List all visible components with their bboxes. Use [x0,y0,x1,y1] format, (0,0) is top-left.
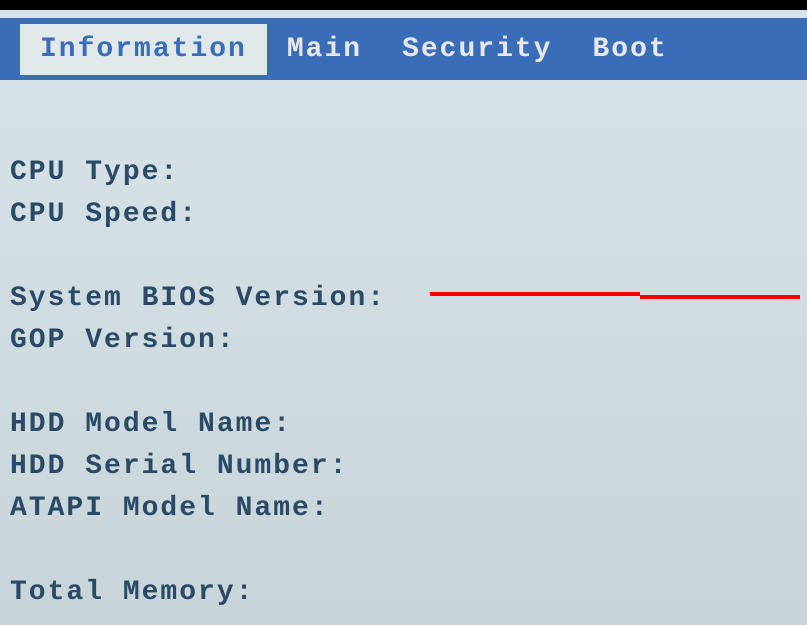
spacer [10,236,807,278]
spacer [10,362,807,404]
bios-setup-screen: Information Main Security Boot CPU Type:… [0,0,807,625]
information-panel: CPU Type: CPU Speed: System BIOS Version… [0,80,807,614]
total-memory-label: Total Memory: [10,572,807,614]
cpu-speed-label: CPU Speed: [10,194,807,236]
tab-bar: Information Main Security Boot [0,18,807,80]
tab-boot[interactable]: Boot [572,24,687,75]
tab-information[interactable]: Information [20,24,267,75]
tab-security[interactable]: Security [382,24,572,75]
tab-main[interactable]: Main [267,24,382,75]
hdd-serial-number-label: HDD Serial Number: [10,446,807,488]
spacer [10,110,807,152]
hdd-model-name-label: HDD Model Name: [10,404,807,446]
screen-edge [0,0,807,10]
system-bios-version-label: System BIOS Version: [10,278,807,320]
gop-version-label: GOP Version: [10,320,807,362]
cpu-type-label: CPU Type: [10,152,807,194]
atapi-model-name-label: ATAPI Model Name: [10,488,807,530]
spacer [10,530,807,572]
